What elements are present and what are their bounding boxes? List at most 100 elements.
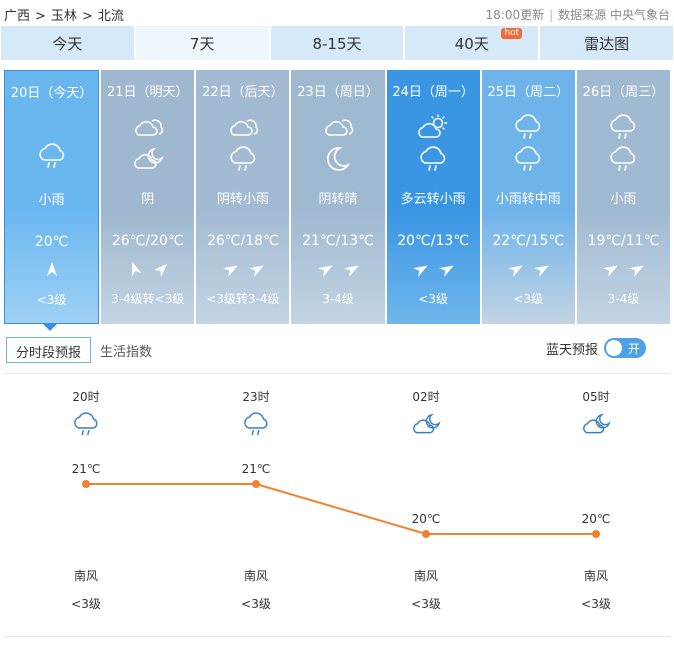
blue-sky-label: 蓝天预报 — [545, 342, 598, 358]
hour-wind-level: <3级 — [71, 597, 101, 611]
crescent-moon-icon — [322, 146, 354, 172]
breadcrumb-separator: > — [35, 9, 46, 24]
day-card[interactable]: 21日（明天） 阴 26℃/20℃ 3-4级转<3级 — [101, 70, 195, 324]
hour-temperature: 21℃ — [71, 462, 101, 476]
tab-8-15-days[interactable]: 8-15天 — [270, 26, 404, 60]
wind-direction — [387, 260, 480, 280]
day-date: 24日（周一） — [392, 85, 474, 100]
wind-arrow-icon — [598, 258, 623, 282]
wind-level: 3-4级 — [322, 292, 354, 306]
day-card[interactable]: 20日（今天） 小雨 20℃ <3级 — [4, 70, 100, 324]
hour-time: 20时 — [72, 390, 100, 404]
day-card[interactable]: 22日（后天） 阴转小雨 26℃/18℃ <3级转3-4级 — [196, 70, 290, 324]
day-card[interactable]: 23日（周日） 阴转晴 21℃/13℃ 3-4级 — [291, 70, 385, 324]
wind-level: <3级 — [418, 292, 448, 306]
detail-subtabs: 分时段预报 生活指数 — [6, 337, 161, 363]
day-card[interactable]: 24日（周一） 多云转小雨 20℃/13℃ <3级 — [386, 70, 480, 324]
hourly-column: 02时 南风 <3级 — [386, 372, 466, 638]
hour-temperature: 20℃ — [411, 512, 441, 526]
source-label: 数据来源 — [558, 8, 607, 22]
divider — [4, 636, 670, 637]
hourly-column: 20时 南风 <3级 — [46, 372, 126, 638]
wind-arrow-icon — [44, 261, 60, 281]
blue-sky-forecast: 蓝天预报 开 — [546, 338, 646, 358]
hourly-column: 23时 南风 <3级 — [216, 372, 296, 638]
day-temperature: 21℃/13℃ — [302, 233, 374, 249]
wind-arrow-icon — [503, 258, 528, 282]
tab-40-days[interactable]: 40天 hot — [405, 26, 539, 60]
wind-arrow-icon — [148, 257, 173, 282]
breadcrumb-city[interactable]: 玉林 — [51, 5, 77, 24]
day-temperature: 20℃/13℃ — [397, 233, 470, 249]
day-card[interactable]: 26日（周三） 小雨 19℃/11℃ 3-4级 — [576, 70, 670, 324]
rain-cloud-icon — [71, 412, 101, 438]
day-weather: 阴转小雨 — [216, 192, 269, 207]
rain-cloud-icon — [417, 146, 449, 172]
wind-arrow-icon — [124, 258, 146, 282]
tab-label: 7天 — [189, 34, 215, 53]
overcast-cloud-icon — [322, 114, 354, 140]
hour-wind: 南风 — [73, 569, 98, 583]
rain-cloud-icon — [227, 146, 259, 172]
day-date: 20日（今天） — [10, 86, 93, 101]
overcast-cloud-icon — [227, 114, 259, 140]
wind-direction — [291, 260, 384, 280]
tab-label: 雷达图 — [584, 34, 630, 53]
breadcrumb-county: 北流 — [97, 9, 124, 24]
hour-wind-level: <3级 — [241, 597, 271, 611]
rain-cloud-icon — [36, 143, 68, 169]
hour-time: 02时 — [412, 390, 440, 404]
day-date: 21日（明天） — [106, 85, 189, 100]
overcast-cloud-icon — [132, 114, 164, 140]
day-date: 23日（周日） — [297, 85, 379, 100]
top-bar: 广西 > 玉林 > 北流 18:00更新 | 数据来源 中央气象台 — [0, 0, 674, 26]
day-weather: 小雨转中雨 — [495, 192, 561, 207]
day-card[interactable]: 25日（周二） 小雨转中雨 22℃/15℃ <3级 — [481, 70, 575, 324]
wind-arrow-icon — [624, 258, 649, 282]
rain-cloud-icon — [607, 114, 639, 140]
breadcrumb: 广西 > 玉林 > 北流 — [4, 5, 124, 24]
wind-arrow-icon — [407, 258, 432, 282]
cloudy-night-icon — [132, 146, 164, 172]
rain-cloud-icon — [241, 412, 271, 438]
breadcrumb-region[interactable]: 广西 — [4, 5, 30, 24]
tab-7-days[interactable]: 7天 — [135, 26, 269, 60]
day-temperature: 26℃/18℃ — [206, 233, 279, 249]
partly-cloudy-sun-icon — [417, 114, 449, 140]
hourly-column: 05时 南风 <3级 — [556, 372, 636, 638]
source-provider[interactable]: 中央气象台 — [610, 8, 670, 22]
wind-direction — [196, 260, 289, 280]
hourly-forecast: 20时 南风 <3级 21℃ 23时 南风 <3级 21℃ 02时 南风 <3级 20℃ 0… — [0, 372, 674, 638]
day-temperature: 20℃ — [34, 234, 69, 250]
hour-wind-level: <3级 — [581, 597, 611, 611]
selected-day-pointer — [43, 324, 57, 331]
tab-label: 今天 — [52, 34, 83, 53]
forecast-tabs: 今天 7天 8-15天 40天 hot 雷达图 — [1, 26, 673, 60]
wind-arrow-icon — [217, 258, 242, 282]
wind-level: 3-4级转<3级 — [111, 292, 185, 306]
wind-direction — [482, 260, 575, 280]
wind-direction — [101, 260, 194, 280]
wind-arrow-icon — [338, 258, 363, 282]
update-time: 18:00更新 — [485, 8, 545, 22]
toggle-knob — [606, 340, 622, 356]
day-weather: 多云转小雨 — [400, 192, 466, 207]
rain-cloud-icon — [512, 114, 544, 140]
subtab-hourly-forecast[interactable]: 分时段预报 — [6, 337, 92, 363]
wind-level: <3级 — [513, 292, 544, 306]
blue-sky-toggle[interactable]: 开 — [604, 338, 646, 358]
cloudy-night-icon — [411, 412, 441, 438]
wind-level: 3-4级 — [607, 292, 640, 306]
day-weather: 小雨 — [610, 192, 637, 207]
wind-arrow-icon — [529, 258, 554, 282]
source-info: 18:00更新 | 数据来源 中央气象台 — [485, 8, 671, 22]
wind-direction — [577, 260, 670, 280]
day-weather: 阴 — [141, 192, 155, 207]
day-date: 22日（后天） — [202, 85, 284, 100]
hot-badge: hot — [501, 28, 523, 39]
hour-time: 05时 — [582, 390, 610, 404]
tab-radar[interactable]: 雷达图 — [540, 26, 673, 60]
subtab-life-index[interactable]: 生活指数 — [91, 337, 161, 363]
tab-today[interactable]: 今天 — [1, 26, 134, 60]
temperature-line — [86, 483, 596, 535]
